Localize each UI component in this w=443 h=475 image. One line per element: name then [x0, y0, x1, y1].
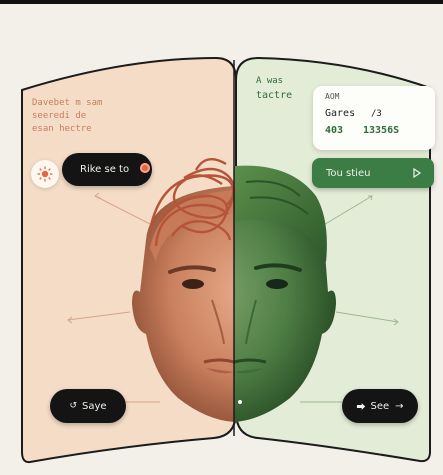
sun-icon[interactable]: [31, 160, 59, 188]
left-line-2: seeredi de: [32, 111, 87, 121]
left-line-3: esan hectre: [32, 124, 92, 134]
see-button-label: See: [370, 400, 390, 412]
stats-card: AOM Gares /3 403 13356S: [313, 86, 435, 150]
play-icon: [413, 168, 422, 178]
saye-button[interactable]: ↺ Saye: [50, 389, 126, 423]
forward-icon: ⮕: [356, 402, 366, 413]
rike-button[interactable]: Rike se to: [62, 153, 152, 186]
right-line-2: tactre: [256, 90, 293, 101]
left-line-1: Davebet m sam: [32, 98, 103, 108]
rotate-icon: ↺: [69, 401, 77, 411]
tou-stieu-button[interactable]: Tou stieu: [312, 158, 434, 188]
arrow-right-icon: →: [395, 400, 404, 412]
card-row-1: AOM: [325, 92, 340, 101]
record-dot-icon: [140, 163, 150, 173]
card-row-2-left: Gares: [325, 108, 356, 119]
right-line-1: A was: [256, 76, 284, 86]
card-row-3-right: 13356S: [363, 125, 400, 136]
see-button[interactable]: ⮕ See →: [342, 389, 418, 423]
rike-button-label: Rike se to: [80, 164, 130, 175]
card-row-3-left: 403: [325, 125, 344, 136]
center-dot: [238, 400, 242, 404]
tou-stieu-label: Tou stieu: [326, 167, 371, 179]
card-row-2-right: /3: [371, 109, 382, 119]
saye-button-label: Saye: [82, 400, 107, 412]
